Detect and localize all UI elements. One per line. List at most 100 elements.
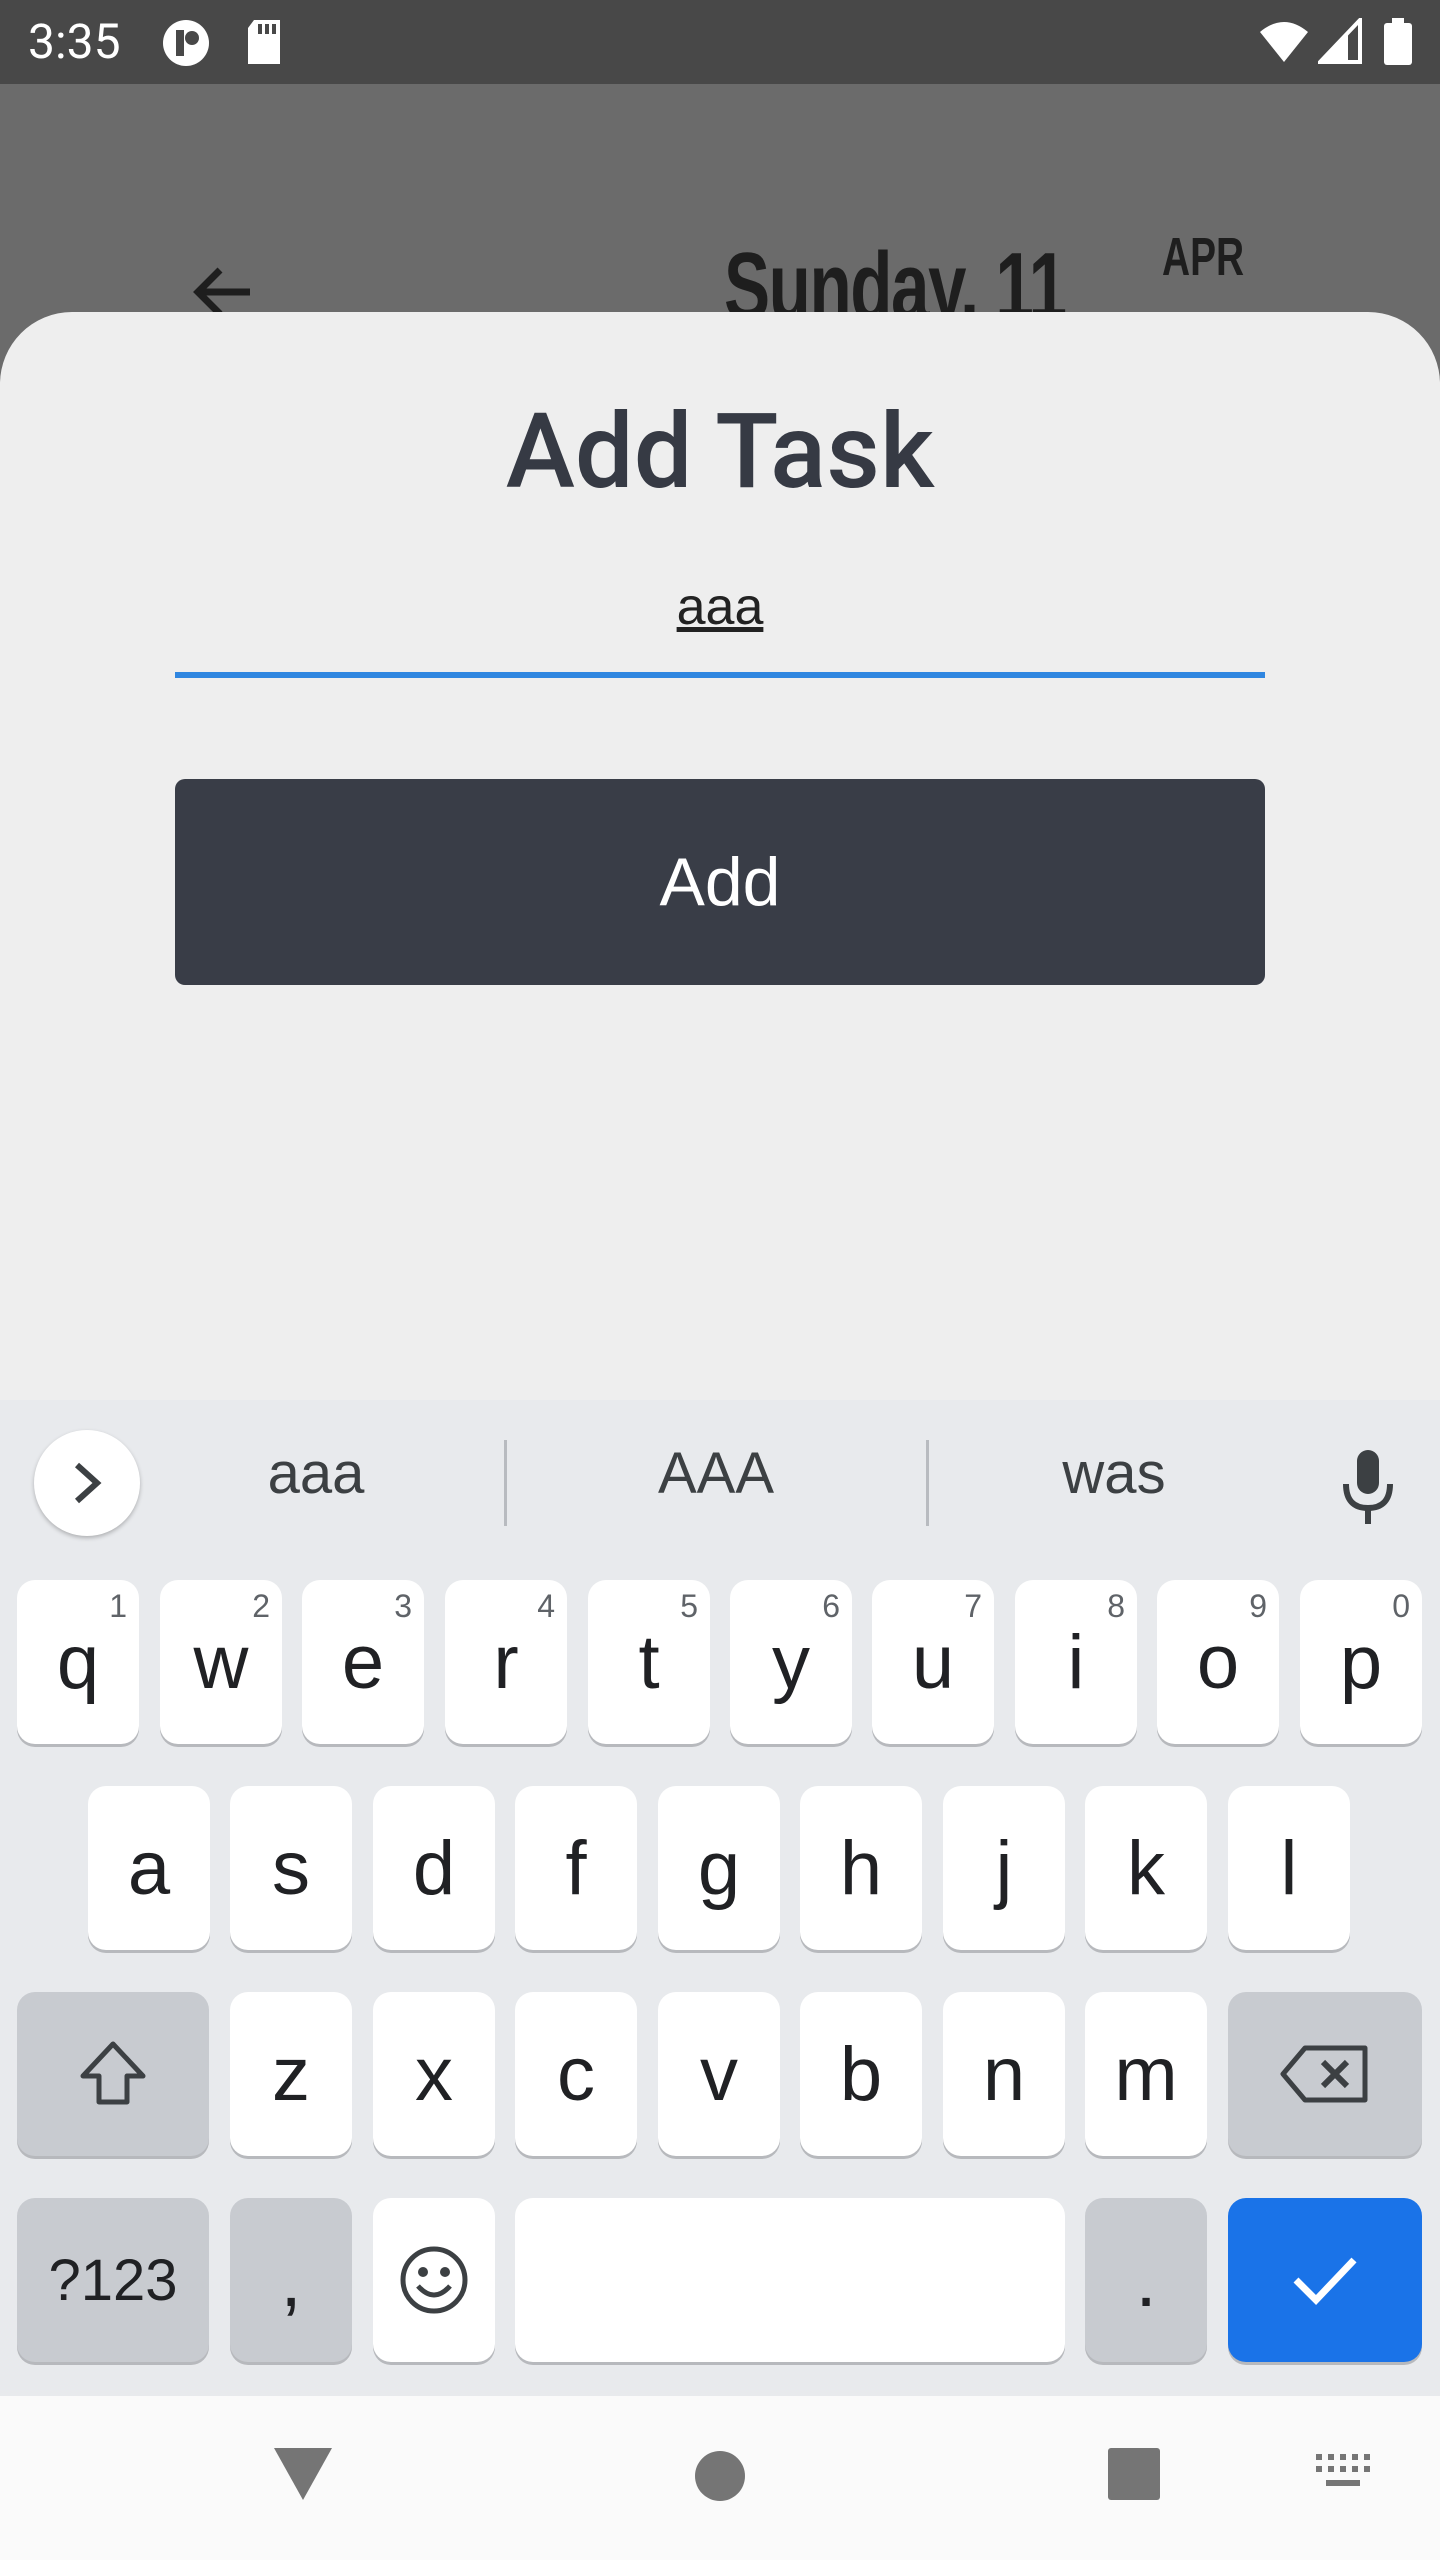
key-c[interactable]: c [515,1992,637,2156]
key-h[interactable]: h [800,1786,922,1950]
key-f[interactable]: f [515,1786,637,1950]
key-v[interactable]: v [658,1992,780,2156]
comma-key-label: , [280,2237,302,2323]
suggestion-2[interactable]: AAA [546,1440,886,1507]
key-t[interactable]: t5 [588,1580,710,1744]
key-e-hint: 3 [394,1588,412,1624]
key-r-hint: 4 [537,1588,555,1624]
key-x-label: x [415,2031,453,2117]
home-circle-icon[interactable] [694,2450,746,2502]
period-key[interactable]: . [1085,2198,1207,2362]
key-u-label: u [911,1619,955,1705]
key-d-label: d [412,1825,456,1911]
key-w[interactable]: w2 [160,1580,282,1744]
add-task-sheet: Add Task Add [0,312,1440,1412]
key-q-hint: 1 [109,1588,127,1624]
navigation-bar [0,2396,1440,2560]
key-t-hint: 5 [680,1588,698,1624]
emoji-icon [400,2246,468,2314]
emoji-key[interactable] [373,2198,495,2362]
checkmark-icon [1293,2257,1357,2306]
key-s[interactable]: s [230,1786,352,1950]
key-f-label: f [565,1825,587,1911]
key-p-hint: 0 [1392,1588,1410,1624]
key-n[interactable]: n [943,1992,1065,2156]
comma-key[interactable]: , [230,2198,352,2362]
battery-icon [1384,18,1412,65]
key-u[interactable]: u7 [872,1580,994,1744]
key-r[interactable]: r4 [445,1580,567,1744]
key-y[interactable]: y6 [730,1580,852,1744]
key-r-label: r [493,1619,519,1705]
backspace-key[interactable] [1228,1992,1422,2156]
key-j[interactable]: j [943,1786,1065,1950]
suggestion-3[interactable]: was [944,1440,1284,1507]
key-o-label: o [1196,1619,1240,1705]
sheet-title: Add Task [505,392,935,513]
key-u-hint: 7 [964,1588,982,1624]
key-i-hint: 8 [1107,1588,1125,1624]
key-o-hint: 9 [1249,1588,1267,1624]
space-key[interactable] [515,2198,1065,2362]
recents-square-icon[interactable] [1108,2448,1160,2500]
done-key[interactable] [1228,2198,1422,2362]
key-m-label: m [1114,2031,1178,2117]
suggestion-divider [504,1440,507,1526]
suggestion-bar: aaa AAA was [0,1400,1440,1560]
key-l[interactable]: l [1228,1786,1350,1950]
shift-icon [80,2041,146,2105]
key-p[interactable]: p0 [1300,1580,1422,1744]
key-q-label: q [56,1619,100,1705]
key-y-hint: 6 [822,1588,840,1624]
status-time: 3:35 [28,13,121,70]
key-d[interactable]: d [373,1786,495,1950]
key-k[interactable]: k [1085,1786,1207,1950]
key-q[interactable]: q1 [17,1580,139,1744]
key-x[interactable]: x [373,1992,495,2156]
keyboard-switch-icon[interactable] [1316,2454,1370,2494]
backspace-icon [1280,2045,1368,2103]
key-i-label: i [1067,1619,1085,1705]
period-key-label: . [1135,2237,1157,2323]
key-w-hint: 2 [252,1588,270,1624]
signal-icon [1318,18,1362,64]
key-h-label: h [839,1825,883,1911]
task-name-input[interactable] [175,542,1265,678]
key-g[interactable]: g [658,1786,780,1950]
app-header: Sunday, 11 APR [0,84,1440,314]
chevron-right-icon [74,1462,102,1504]
date-month-label: APR [1162,227,1245,287]
key-e[interactable]: e3 [302,1580,424,1744]
suggestion-1[interactable]: aaa [146,1440,486,1507]
key-t-label: t [638,1619,660,1705]
app-notification-icon [163,20,209,66]
shift-key[interactable] [17,1992,209,2156]
key-z[interactable]: z [230,1992,352,2156]
expand-toolbar-button[interactable] [34,1430,140,1536]
wifi-icon [1260,22,1308,62]
back-triangle-icon[interactable] [272,2446,334,2502]
microphone-icon[interactable] [1340,1448,1396,1528]
key-i[interactable]: i8 [1015,1580,1137,1744]
key-p-label: p [1339,1619,1383,1705]
suggestion-divider [926,1440,929,1526]
key-g-label: g [697,1825,741,1911]
key-c-label: c [557,2031,595,2117]
key-o[interactable]: o9 [1157,1580,1279,1744]
key-v-label: v [700,2031,738,2117]
key-m[interactable]: m [1085,1992,1207,2156]
key-s-label: s [272,1825,310,1911]
key-l-label: l [1280,1825,1298,1911]
key-w-label: w [193,1619,249,1705]
key-j-label: j [995,1825,1013,1911]
back-arrow-icon[interactable] [190,264,254,314]
key-a[interactable]: a [88,1786,210,1950]
key-b[interactable]: b [800,1992,922,2156]
key-k-label: k [1127,1825,1165,1911]
key-n-label: n [982,2031,1026,2117]
key-y-label: y [772,1619,810,1705]
add-button[interactable]: Add [175,779,1265,985]
symbols-key[interactable]: ?123 [17,2198,209,2362]
key-a-label: a [127,1825,171,1911]
sd-card-icon [248,20,280,64]
